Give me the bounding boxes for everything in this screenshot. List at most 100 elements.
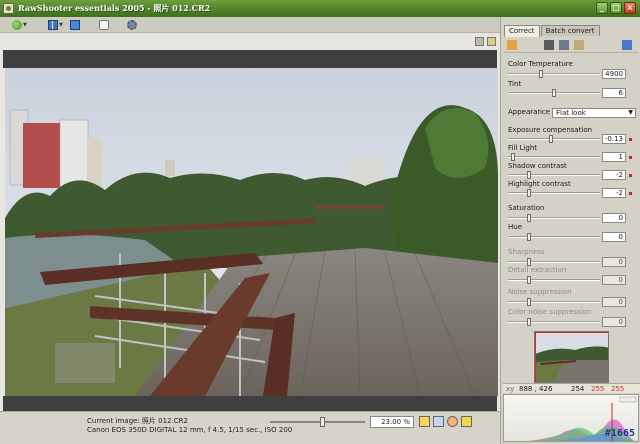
appearance-select[interactable]: Flat look ▼ bbox=[552, 108, 636, 118]
highlight-contrast-slider[interactable] bbox=[508, 189, 600, 197]
color-noise-suppression-slider[interactable] bbox=[508, 318, 600, 326]
hue-value[interactable]: 0 bbox=[602, 232, 626, 242]
highlight-contrast-value[interactable]: -2 bbox=[602, 188, 626, 198]
appearance-value: Flat look bbox=[556, 109, 586, 117]
zoom-icon[interactable] bbox=[433, 416, 444, 427]
saturation-slider[interactable] bbox=[508, 214, 600, 222]
settings-button[interactable] bbox=[127, 19, 137, 31]
window-title: RawShooter essentials 2005 - 照片 012.CR2 bbox=[18, 3, 211, 13]
hand-icon[interactable] bbox=[447, 416, 458, 427]
histogram: #1665 bbox=[503, 394, 639, 442]
adjusted-marker bbox=[629, 156, 632, 159]
exposure-value[interactable]: -0.13 bbox=[602, 134, 626, 144]
slider-thumb[interactable] bbox=[539, 70, 543, 78]
compare-icon[interactable] bbox=[622, 40, 632, 50]
blue-value: 255 bbox=[611, 385, 625, 393]
workflow-button[interactable]: ▼ bbox=[12, 19, 27, 31]
tint-label: Tint bbox=[508, 80, 522, 88]
folder-icon[interactable] bbox=[475, 37, 484, 46]
shadow-contrast-slider[interactable] bbox=[508, 171, 600, 179]
fit-icon[interactable] bbox=[419, 416, 430, 427]
main-toolbar: ▼ ▼ bbox=[0, 17, 500, 33]
slider-thumb[interactable] bbox=[527, 298, 531, 306]
navigator-thumbnail[interactable] bbox=[534, 331, 609, 383]
fill-light-value[interactable]: 1 bbox=[602, 152, 626, 162]
photo-preview[interactable] bbox=[5, 68, 498, 396]
fill-light-label: Fill Light bbox=[508, 144, 538, 152]
close-button[interactable]: × bbox=[624, 2, 636, 14]
noise-suppression-slider[interactable] bbox=[508, 298, 600, 306]
viewer-border-top bbox=[3, 50, 497, 68]
current-image-label: Current image: 照片 012.CR2 bbox=[87, 417, 188, 425]
tab-batch-convert[interactable]: Batch convert bbox=[540, 25, 600, 36]
title-bar: RawShooter essentials 2005 - 照片 012.CR2 … bbox=[0, 0, 640, 17]
zoom-slider-thumb[interactable] bbox=[320, 417, 325, 427]
app-icon[interactable] bbox=[3, 3, 14, 14]
straighten-icon[interactable] bbox=[574, 40, 584, 50]
exposure-slider[interactable] bbox=[508, 135, 600, 143]
noise-suppression-value[interactable]: 0 bbox=[602, 297, 626, 307]
detail-extraction-slider[interactable] bbox=[508, 276, 600, 284]
color-temperature-slider[interactable] bbox=[508, 70, 600, 78]
adjusted-marker bbox=[629, 192, 632, 195]
photo-image bbox=[5, 68, 498, 396]
gear-icon bbox=[127, 20, 137, 30]
tab-bar: Correct Batch convert bbox=[504, 25, 601, 37]
sharpness-label: Sharpness bbox=[508, 248, 545, 256]
status-tools bbox=[419, 416, 472, 427]
color-noise-suppression-value[interactable]: 0 bbox=[602, 317, 626, 327]
slider-thumb[interactable] bbox=[549, 135, 553, 143]
panels-icon bbox=[48, 20, 58, 30]
slider-thumb[interactable] bbox=[527, 171, 531, 179]
tab-correct[interactable]: Correct bbox=[504, 25, 540, 37]
single-view-icon bbox=[70, 20, 80, 30]
tint-slider[interactable] bbox=[508, 89, 600, 97]
eyedropper-icon[interactable] bbox=[544, 40, 554, 50]
sharpness-slider[interactable] bbox=[508, 258, 600, 266]
detail-extraction-value[interactable]: 0 bbox=[602, 275, 626, 285]
zoom-value[interactable]: 23.00 % bbox=[370, 416, 414, 428]
zoom-slider[interactable] bbox=[270, 417, 365, 427]
slider-thumb[interactable] bbox=[527, 258, 531, 266]
sharpness-value[interactable]: 0 bbox=[602, 257, 626, 267]
warning-icon[interactable] bbox=[461, 416, 472, 427]
thumbnail-image bbox=[535, 332, 608, 382]
exposure-label: Exposure compensation bbox=[508, 126, 593, 134]
appearance-label: Appearance bbox=[508, 108, 551, 116]
slider-thumb[interactable] bbox=[552, 89, 556, 97]
green-dot-icon bbox=[12, 20, 22, 30]
rotate-icon[interactable] bbox=[487, 37, 496, 46]
shadow-contrast-value[interactable]: -2 bbox=[602, 170, 626, 180]
layout-button[interactable]: ▼ bbox=[48, 19, 63, 31]
maximize-button[interactable]: □ bbox=[610, 2, 622, 14]
speech-icon bbox=[99, 20, 109, 30]
adjusted-marker bbox=[629, 138, 632, 141]
crop-icon[interactable] bbox=[559, 40, 569, 50]
slider-thumb[interactable] bbox=[527, 318, 531, 326]
hue-label: Hue bbox=[508, 223, 523, 231]
slider-thumb[interactable] bbox=[527, 189, 531, 197]
slider-thumb[interactable] bbox=[527, 233, 531, 241]
slider-thumb[interactable] bbox=[527, 276, 531, 284]
highlight-contrast-label: Highlight contrast bbox=[508, 180, 571, 188]
fill-light-slider[interactable] bbox=[508, 153, 600, 161]
color-noise-suppression-label: Color noise suppression bbox=[508, 308, 592, 316]
color-temperature-label: Color Temperature bbox=[508, 60, 573, 68]
minimize-button[interactable]: _ bbox=[596, 2, 608, 14]
panel-toolbar bbox=[504, 37, 638, 53]
snapshot-icon[interactable] bbox=[507, 40, 517, 50]
slider-thumb[interactable] bbox=[527, 214, 531, 222]
image-info: Current image: 照片 012.CR2 Canon EOS 350D… bbox=[87, 417, 292, 435]
color-temperature-value[interactable]: 4900 bbox=[602, 69, 626, 79]
hue-slider[interactable] bbox=[508, 233, 600, 241]
caret-down-icon: ▼ bbox=[23, 22, 27, 28]
slider-thumb[interactable] bbox=[511, 153, 515, 161]
camera-info: Canon EOS 350D DIGITAL 12 mm, f 4.5, 1/1… bbox=[87, 426, 293, 434]
single-view-button[interactable] bbox=[70, 19, 80, 31]
adjusted-marker bbox=[629, 174, 632, 177]
counter-label: #1665 bbox=[604, 428, 635, 439]
comment-button[interactable] bbox=[99, 19, 109, 31]
saturation-value[interactable]: 0 bbox=[602, 213, 626, 223]
tint-value[interactable]: 6 bbox=[602, 88, 626, 98]
xy-value: 888 , 426 bbox=[519, 385, 553, 393]
